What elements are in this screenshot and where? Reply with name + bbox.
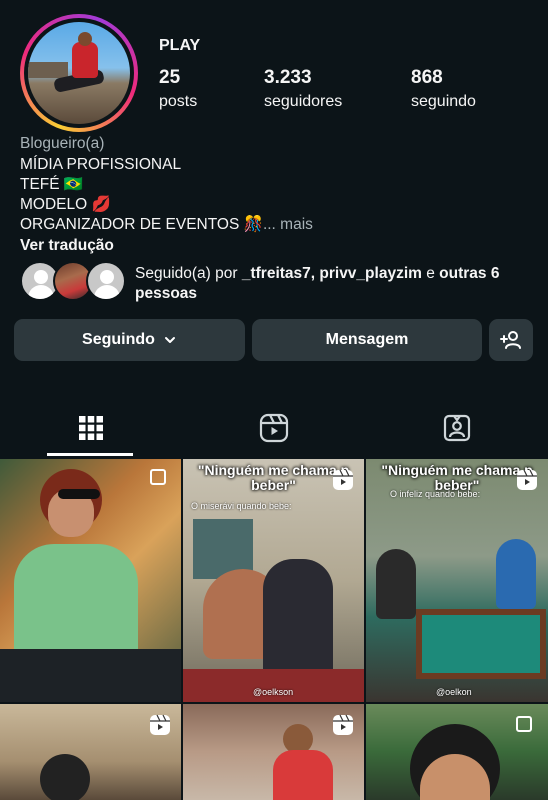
post-3-watermark: @oelkon <box>436 687 472 697</box>
followers-count-value: 3.233 <box>264 67 312 88</box>
post-3-subtitle: O infeliz quando bebe: <box>390 489 481 499</box>
post-thumbnail-1[interactable] <box>0 459 181 702</box>
followers-count-label: seguidores <box>264 93 343 110</box>
message-button-label: Mensagem <box>325 331 409 348</box>
followed-by-middle: e <box>421 265 440 282</box>
bio-line-2: TEFÉ 🇧🇷 <box>20 176 84 193</box>
posts-count[interactable]: 25 posts <box>159 67 197 111</box>
reels-icon <box>259 413 289 443</box>
post-thumbnail-3[interactable]: "Ninguém me chama p beber" O infeliz qua… <box>366 459 548 702</box>
bio-line-1: MÍDIA PROFISSIONAL <box>20 156 182 173</box>
reel-indicator-icon <box>150 714 170 735</box>
tab-posts[interactable] <box>0 400 182 456</box>
bio-line-4-text: ORGANIZADOR DE EVENTOS 🎊 <box>20 216 263 233</box>
followers-count[interactable]: 3.233 seguidores <box>264 67 342 111</box>
add-person-icon <box>500 331 521 349</box>
message-button[interactable]: Mensagem <box>252 319 482 361</box>
following-count-value: 868 <box>411 67 443 88</box>
chevron-down-icon <box>164 337 175 343</box>
reel-indicator-icon <box>517 469 537 490</box>
profile-avatar[interactable] <box>20 14 138 132</box>
post-2-subtitle: O miserávi quando bebe: <box>191 501 292 511</box>
profile-category: Blogueiro(a) <box>20 135 105 152</box>
bio-line-4: ORGANIZADOR DE EVENTOS 🎊... mais <box>20 215 313 235</box>
active-tab-indicator <box>47 453 133 456</box>
following-count-label: seguindo <box>411 93 476 110</box>
posts-count-value: 25 <box>159 67 181 88</box>
post-2-watermark: @oelkson <box>253 687 294 697</box>
add-person-button[interactable] <box>489 319 533 361</box>
reel-indicator-icon <box>333 714 353 735</box>
posts-count-label: posts <box>159 93 198 110</box>
followed-by-text[interactable]: Seguido(a) por _tfreitas7, privv_playzim… <box>135 264 535 304</box>
bio-line-3: MODELO 💋 <box>20 196 111 213</box>
translate-link[interactable]: Ver tradução <box>20 236 114 256</box>
grid-icon <box>79 416 103 440</box>
tab-reels[interactable] <box>183 400 365 456</box>
followed-by-names: _tfreitas7, privv_playzim <box>241 265 422 282</box>
post-thumbnail-5[interactable] <box>183 704 364 800</box>
following-button-label: Seguindo <box>82 331 155 348</box>
following-count[interactable]: 868 seguindo <box>411 67 476 111</box>
post-thumbnail-2[interactable]: "Ninguém me chama p beber" O miserávi qu… <box>183 459 364 702</box>
bio-more-link[interactable]: ... mais <box>263 216 313 233</box>
follower-avatar-3[interactable] <box>86 261 126 301</box>
following-button[interactable]: Seguindo <box>14 319 245 361</box>
tab-tagged[interactable] <box>366 400 548 456</box>
profile-username: PLAY <box>159 37 201 54</box>
tagged-icon <box>443 414 471 442</box>
reel-indicator-icon <box>333 469 353 490</box>
post-thumbnail-4[interactable] <box>0 704 181 800</box>
followed-by-prefix: Seguido(a) por <box>135 265 242 282</box>
post-thumbnail-6[interactable] <box>366 704 548 800</box>
